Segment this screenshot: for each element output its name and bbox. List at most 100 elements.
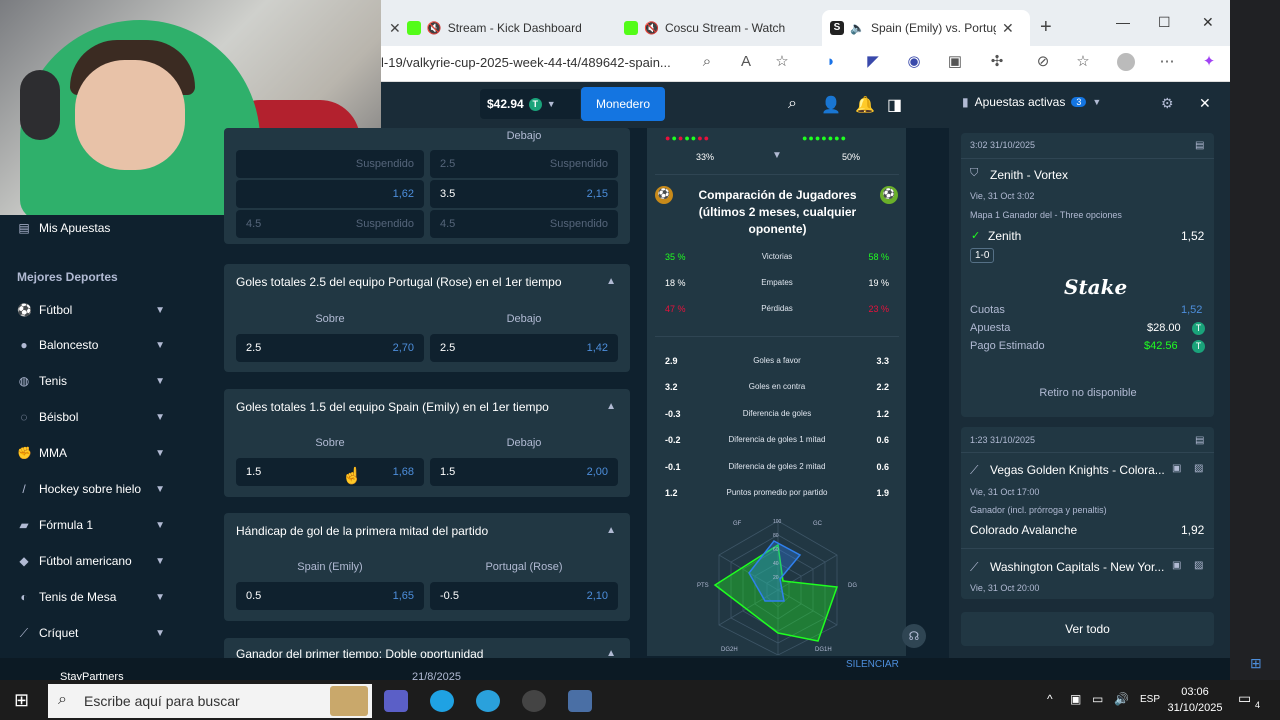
favorite-star-icon[interactable]: ☆ [773, 53, 791, 71]
chevron-down-icon: ▼ [155, 447, 165, 459]
user-icon[interactable]: 👤 [821, 95, 841, 115]
screenshot-icon[interactable]: ▣ [946, 53, 964, 71]
extension-icon[interactable]: ◗ [822, 53, 840, 71]
odds-button[interactable]: 3.5 2,15 [430, 180, 618, 208]
language-indicator[interactable]: ESP [1140, 694, 1160, 705]
close-icon[interactable]: ✕ [1002, 20, 1014, 37]
tab-kick-dashboard[interactable]: ✕ 🔇 Stream - Kick Dashboard [381, 10, 611, 46]
close-icon[interactable]: ✕ [1199, 95, 1211, 112]
bet-match-name[interactable]: Washington Capitals - New Yor... [990, 560, 1165, 574]
more-menu-icon[interactable]: ⋯ [1158, 53, 1176, 71]
new-tab-icon[interactable]: + [1040, 16, 1052, 39]
sidebar-item-tenis-de-mesa[interactable]: ◐ Tenis de Mesa ▼ [17, 590, 165, 604]
sidebar-item-beisbol[interactable]: ◌ Béisbol ▼ [17, 410, 165, 424]
settings-gear-icon[interactable]: ⚙ [1161, 95, 1174, 112]
market-title[interactable]: Hándicap de gol de la primera mitad del … [236, 524, 488, 538]
sidebar-item-baloncesto[interactable]: ● Baloncesto ▼ [17, 338, 165, 352]
odds-button[interactable]: 2.5 Suspendido [430, 150, 618, 178]
calculator-taskbar-icon[interactable] [568, 690, 592, 712]
stats-icon[interactable]: ▨ [1194, 463, 1203, 474]
sidebar-item-criquet[interactable]: ⟋ Críquet ▼ [17, 626, 165, 640]
sidebar-item-tenis[interactable]: ◍ Tenis ▼ [17, 374, 165, 388]
copilot-icon[interactable]: ✦ [1200, 53, 1218, 71]
castle-widget-icon [330, 686, 368, 716]
sidebar-item-formula1[interactable]: ▰ Fórmula 1 ▼ [17, 518, 165, 532]
maximize-icon[interactable]: ☐ [1158, 14, 1171, 31]
telegram-taskbar-icon[interactable] [476, 690, 500, 712]
speaker-icon: 🔇 [644, 21, 659, 35]
market-title[interactable]: Goles totales 2.5 del equipo Portugal (R… [236, 275, 562, 289]
tab-spain-portugal[interactable]: S 🔈 Spain (Emily) vs. Portug ✕ [822, 10, 1030, 46]
volume-icon[interactable]: 🔊 [1114, 692, 1129, 706]
chevron-up-icon[interactable]: ▲ [606, 276, 616, 287]
odds-button[interactable]: 4.5 Suspendido [430, 210, 618, 238]
odds-button[interactable]: 1,62 [236, 180, 424, 208]
receipt-icon[interactable]: ▤ [1195, 435, 1204, 446]
sidebar-item-futbol-americano[interactable]: ◆ Fútbol americano ▼ [17, 554, 165, 568]
chevron-down-icon[interactable]: ▼ [772, 150, 782, 161]
notification-center-icon[interactable]: ▭ [1238, 690, 1251, 707]
taskbar-search-input[interactable]: ⌕ Escribe aquí para buscar [48, 684, 372, 718]
odds-button[interactable]: 1.5 1,68 [236, 458, 424, 486]
network-icon[interactable]: ▭ [1092, 692, 1103, 706]
sidebar-item-futbol[interactable]: ⚽ Fútbol ▼ [17, 303, 165, 317]
chevron-up-icon[interactable]: ▲ [606, 401, 616, 412]
url-input[interactable]: l-19/valkyrie-cup-2025-week-44-t4/489642… [381, 55, 671, 70]
window-close-icon[interactable]: ✕ [1202, 14, 1214, 31]
active-bets-header[interactable]: ▮ Apuestas activas 3 ▼ [962, 95, 1101, 109]
profile-avatar[interactable] [1117, 53, 1135, 71]
stat-right: 3.3 [876, 356, 889, 366]
bet-match-name[interactable]: Vegas Golden Knights - Colora... [990, 463, 1165, 477]
search-icon[interactable]: ⌕ [788, 95, 797, 113]
live-stream-icon[interactable]: ▣ [1172, 560, 1181, 571]
sidebar-item-my-bets[interactable]: ▤ Mis Apuestas [17, 221, 165, 235]
support-headset-icon[interactable]: ☊ [902, 624, 926, 648]
stat-right: 19 % [868, 278, 889, 288]
betslip-toggle-icon[interactable]: ◨ [887, 95, 902, 115]
odds-button[interactable]: 2.5 2,70 [236, 334, 424, 362]
stake-value: $28.00 [1147, 322, 1181, 334]
sidebar-item-mma[interactable]: ✊ MMA ▼ [17, 446, 165, 460]
column-label: Spain (Emily) [297, 561, 363, 573]
discord-icon[interactable]: ◉ [905, 53, 923, 71]
extensions-puzzle-icon[interactable]: ✣ [988, 53, 1006, 71]
bet-time: 3:02 31/10/2025 [970, 140, 1036, 150]
extension-icon[interactable]: ◤ [864, 53, 882, 71]
taskbar-clock[interactable]: 03:06 31/10/2025 [1160, 684, 1230, 716]
bet-match-name[interactable]: Zenith - Vortex [990, 168, 1068, 182]
tab-coscu-stream[interactable]: 🔇 Coscu Stream - Watch Li [616, 10, 816, 46]
close-icon[interactable]: ✕ [389, 20, 401, 37]
balance-display[interactable]: $42.94 T ▼ [480, 89, 580, 119]
obs-taskbar-icon[interactable] [522, 690, 546, 712]
zoom-icon[interactable]: ⌕ [698, 53, 716, 71]
odds-button[interactable]: 0.5 1,65 [236, 582, 424, 610]
minimize-icon[interactable]: — [1116, 14, 1130, 30]
view-all-button[interactable]: Ver todo [961, 612, 1214, 646]
odds-button[interactable]: 4.5 Suspendido [236, 210, 424, 238]
windows-start-icon[interactable]: ⊞ [14, 690, 29, 711]
chevron-up-icon[interactable]: ^ [1047, 692, 1053, 706]
receipt-icon[interactable]: ▤ [1195, 140, 1204, 151]
odds-button[interactable]: Suspendido [236, 150, 424, 178]
stat-row: Diferencia de goles -0.3 1.2 [655, 401, 899, 427]
split-screen-icon[interactable]: ⊘ [1034, 53, 1052, 71]
discord-taskbar-icon[interactable] [384, 690, 408, 712]
chevron-up-icon[interactable]: ▲ [606, 525, 616, 536]
silenciar-label[interactable]: SILENCIAR [846, 659, 899, 670]
wallet-button[interactable]: Monedero [581, 87, 665, 121]
collections-icon[interactable]: ☆ [1074, 53, 1092, 71]
odds-button[interactable]: -0.5 2,10 [430, 582, 618, 610]
odds-button[interactable]: 1.5 2,00 [430, 458, 618, 486]
read-aloud-icon[interactable]: A [737, 53, 755, 71]
cashout-unavailable-button[interactable]: Retiro no disponible [970, 378, 1206, 408]
grid-icon[interactable]: ⊞ [1250, 655, 1262, 672]
stake-logo: Stake [1064, 275, 1128, 299]
market-title[interactable]: Goles totales 1.5 del equipo Spain (Emil… [236, 400, 549, 414]
stats-icon[interactable]: ▨ [1194, 560, 1203, 571]
sidebar-item-hockey[interactable]: / Hockey sobre hielo ▼ [17, 482, 165, 496]
edge-taskbar-icon[interactable] [430, 690, 454, 712]
live-stream-icon[interactable]: ▣ [1172, 463, 1181, 474]
notifications-bell-icon[interactable]: 🔔 [855, 95, 875, 115]
odds-button[interactable]: 2.5 1,42 [430, 334, 618, 362]
tray-app-icon[interactable]: ▣ [1070, 692, 1081, 706]
